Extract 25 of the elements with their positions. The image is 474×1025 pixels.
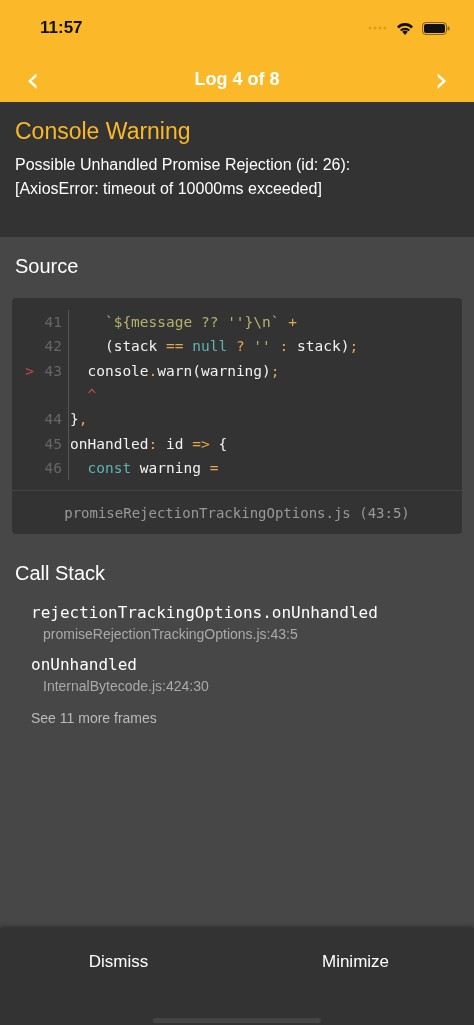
current-line-marker: > xyxy=(24,362,34,379)
warning-title: Console Warning xyxy=(15,118,192,145)
warning-message: Possible Unhandled Promise Rejection (id: 26): [AxiosError: timeout of 10000ms exceeded] xyxy=(15,155,352,199)
code-line: ^ xyxy=(68,382,97,408)
footer-button[interactable]: Minimize xyxy=(237,946,474,978)
code-line: }, xyxy=(68,407,88,432)
code-line: console.warn(warning); xyxy=(68,358,280,383)
code-line: `${message ?? ''}\n` + xyxy=(68,310,297,335)
stack-frame-location: InternalBytecode.js:424:30 xyxy=(42,677,209,697)
status-time: 11:57 xyxy=(40,18,83,38)
wifi-icon xyxy=(396,21,414,35)
stack-frame-name[interactable]: onUnhandled xyxy=(31,654,137,677)
section-heading: Source xyxy=(15,255,80,278)
source-file-location: promiseRejectionTrackingOptions.js (43:5) xyxy=(12,490,462,535)
more-frames-link[interactable]: See 11 more frames xyxy=(31,710,157,727)
section-heading: Call Stack xyxy=(15,562,107,586)
footer-button[interactable]: Dismiss xyxy=(0,946,237,978)
signal-icon xyxy=(368,26,388,30)
stack-frame-location: promiseRejectionTrackingOptions.js:43:5 xyxy=(42,625,298,645)
stack-frame-name[interactable]: rejectionTrackingOptions.onUnhandled xyxy=(31,602,378,625)
code-line: const warning = xyxy=(68,455,219,481)
code-line: (stack == null ? '' : stack); xyxy=(68,334,359,359)
nav-title: Log 4 of 8 xyxy=(194,68,280,90)
battery-icon xyxy=(422,21,450,35)
code-line: onHandled: id => { xyxy=(68,431,228,456)
